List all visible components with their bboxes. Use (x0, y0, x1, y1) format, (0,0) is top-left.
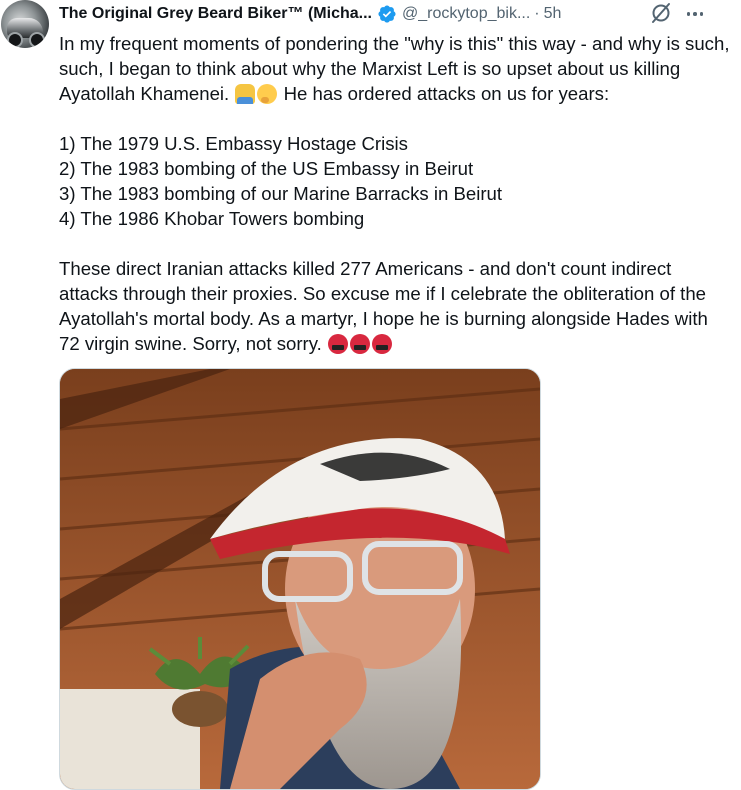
more-options-icon[interactable] (684, 3, 706, 25)
wheel-graphic (29, 32, 45, 48)
list-item: 2) The 1983 bombing of the US Embassy in… (59, 158, 474, 179)
avatar[interactable] (1, 0, 49, 48)
grok-icon[interactable] (650, 2, 672, 24)
wheel-graphic (7, 32, 23, 48)
face-with-symbols-on-mouth-emoji (349, 334, 370, 354)
tweet-photo[interactable] (59, 368, 541, 790)
tweet-header: The Original Grey Beard Biker™ (Micha...… (59, 3, 561, 25)
separator-dot: · (534, 5, 540, 22)
man-shrugging-emoji (235, 84, 256, 104)
face-with-symbols-on-mouth-emoji (327, 334, 348, 354)
verified-badge-icon[interactable] (377, 4, 397, 24)
tweet-text: In my frequent moments of pondering the … (59, 31, 731, 356)
paragraph-text: He has ordered attacks on us for years: (283, 83, 610, 104)
timestamp[interactable]: 5h (544, 5, 562, 23)
face-with-symbols-on-mouth-emoji (371, 334, 392, 354)
paragraph: In my frequent moments of pondering the … (59, 31, 731, 106)
list-item: 1) The 1979 U.S. Embassy Hostage Crisis (59, 133, 408, 154)
list-item: 3) The 1983 bombing of our Marine Barrac… (59, 183, 503, 204)
list-item: 4) The 1986 Khobar Towers bombing (59, 208, 365, 229)
user-handle[interactable]: @_rockytop_bik... (402, 5, 530, 23)
display-name[interactable]: The Original Grey Beard Biker™ (Micha... (59, 5, 372, 23)
thinking-face-emoji (257, 84, 278, 104)
paragraph: These direct Iranian attacks killed 277 … (59, 256, 731, 356)
